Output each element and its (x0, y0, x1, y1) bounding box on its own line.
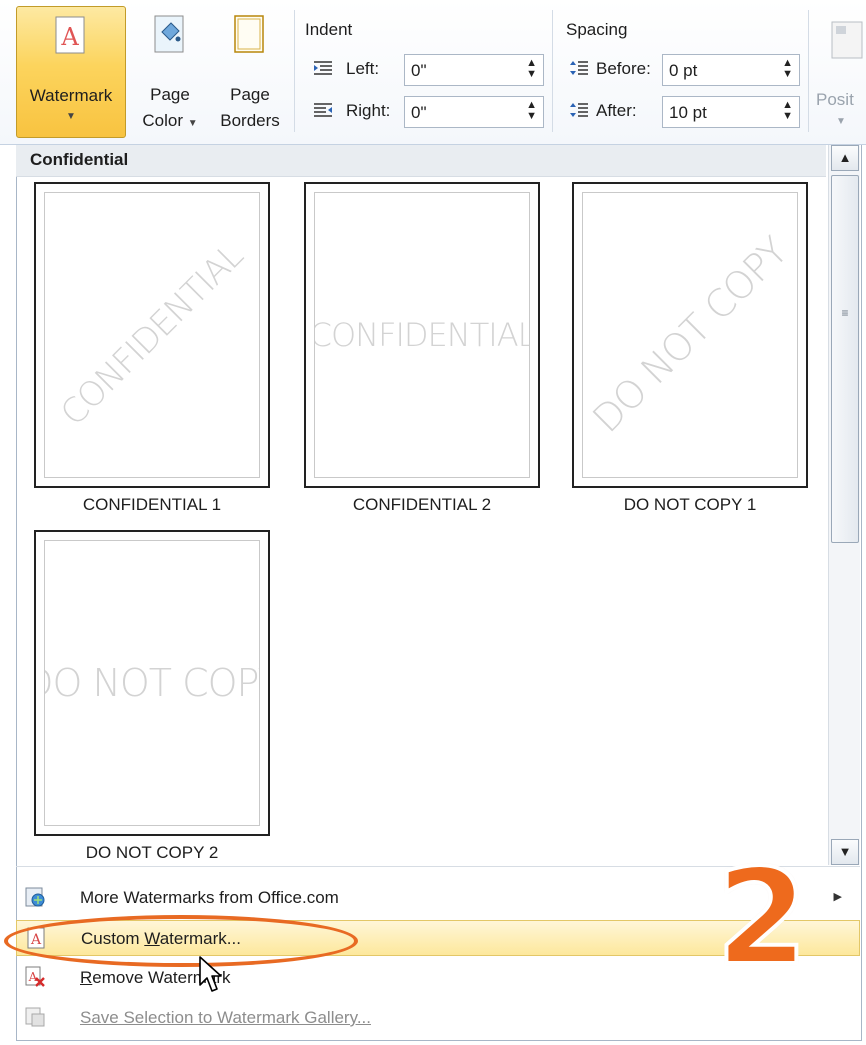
scroll-thumb[interactable]: ≡ (831, 175, 859, 543)
category-title: Confidential (30, 150, 129, 169)
save-selection-menu-item: Save Selection to Watermark Gallery... (16, 1000, 860, 1036)
watermark-button[interactable]: A Watermark ▼ (16, 6, 126, 138)
position-icon (831, 21, 863, 59)
spacing-before-spinner[interactable]: 0 pt ▲ ▼ (662, 54, 800, 86)
watermark-preview-text: CONFIDENTIAL (53, 236, 251, 434)
mouse-pointer-icon (199, 956, 222, 992)
chevron-down-icon: ▼ (66, 111, 76, 122)
page-borders-button[interactable]: Page Borders (212, 6, 288, 138)
spinner-arrows-icon[interactable]: ▲ ▼ (526, 100, 537, 122)
indent-right-icon (314, 103, 332, 117)
watermark-preview-text: DO NOT COPY (584, 229, 796, 441)
watermark-tile-confidential-1[interactable]: CONFIDENTIAL (34, 182, 270, 488)
page-borders-icon (234, 15, 264, 53)
watermark-caption: CONFIDENTIAL 2 (352, 495, 492, 514)
save-selection-label: Save Selection to Watermark Gallery... (80, 1008, 371, 1027)
remove-watermark-accesskey: R (80, 968, 93, 987)
gallery-category-header: Confidential (16, 145, 826, 177)
indent-right-spinner[interactable]: 0" ▲ ▼ (404, 96, 544, 128)
chevron-down-icon: ▼ (836, 116, 846, 127)
spinner-arrows-icon[interactable]: ▲ ▼ (526, 58, 537, 80)
watermark-caption: DO NOT COPY 2 (85, 843, 219, 862)
spacing-after-row: After: 10 pt ▲ ▼ (568, 94, 800, 130)
ribbon: A Watermark ▼ Page Color ▼ Page Borders … (0, 0, 866, 145)
chevron-down-icon: ▼ (187, 118, 198, 129)
highlight-ellipse (4, 915, 358, 967)
watermark-label: Watermark (29, 86, 113, 105)
scroll-down-arrow-icon[interactable]: ▼ (831, 839, 859, 865)
spacing-before-row: Before: 0 pt ▲ ▼ (568, 52, 800, 88)
indent-left-row: Left: 0" ▲ ▼ (312, 52, 544, 88)
spacing-after-value: 10 pt (669, 103, 707, 122)
ribbon-separator (808, 10, 809, 132)
indent-left-value: 0" (411, 61, 427, 80)
page-preview: DO NOT COPY (582, 192, 798, 478)
page-borders-label-2: Borders (220, 111, 280, 130)
page-preview: CONFIDENTIAL (44, 192, 260, 478)
spacing-title: Spacing (566, 20, 628, 39)
scroll-up-arrow-icon[interactable]: ▲ (831, 145, 859, 171)
spacing-before-icon (570, 61, 588, 75)
page-preview: CONFIDENTIAL (314, 192, 530, 478)
watermark-tile-confidential-2[interactable]: CONFIDENTIAL (304, 182, 540, 488)
indent-right-label: Right: (346, 101, 391, 120)
spinner-arrows-icon[interactable]: ▲ ▼ (782, 58, 793, 80)
office-online-icon (25, 887, 45, 907)
spacing-before-value: 0 pt (669, 61, 698, 80)
step-number-badge: 2 (714, 841, 810, 995)
gallery-scrollbar[interactable]: ▲ ≡ ▼ (828, 145, 860, 865)
watermark-preview-text: DO NOT COPY (45, 661, 259, 705)
svg-text:A: A (28, 970, 38, 984)
watermark-caption: DO NOT COPY 1 (623, 495, 757, 514)
watermark-preview-text: CONFIDENTIAL (314, 316, 530, 354)
more-watermarks-label: More Watermarks from Office.com (80, 888, 339, 907)
submenu-arrow-icon: ▶ (833, 891, 842, 903)
indent-left-icon (314, 61, 332, 75)
svg-text:A: A (60, 23, 79, 51)
page-preview: DO NOT COPY (44, 540, 260, 826)
page-color-label-1: Page (150, 85, 190, 104)
spacing-after-icon (570, 103, 588, 117)
watermark-tile-do-not-copy-2[interactable]: DO NOT COPY (34, 530, 270, 836)
save-to-gallery-icon (25, 1007, 45, 1027)
remove-watermark-icon: A (25, 966, 45, 987)
indent-title: Indent (305, 20, 353, 39)
watermark-caption: CONFIDENTIAL 1 (82, 495, 222, 514)
page-color-button[interactable]: Page Color ▼ (130, 6, 210, 138)
indent-right-row: Right: 0" ▲ ▼ (312, 94, 544, 130)
page-color-label-2: Color (142, 111, 183, 130)
spacing-after-spinner[interactable]: 10 pt ▲ ▼ (662, 96, 800, 128)
position-label: Posit (816, 90, 854, 109)
paint-bucket-icon (154, 15, 184, 53)
page-borders-label-1: Page (230, 85, 270, 104)
ribbon-separator (294, 10, 295, 132)
ribbon-separator (552, 10, 553, 132)
watermark-tile-do-not-copy-1[interactable]: DO NOT COPY (572, 182, 808, 488)
indent-right-value: 0" (411, 103, 427, 122)
spacing-after-label: After: (596, 101, 637, 120)
watermark-icon: A (55, 16, 85, 54)
grip-icon: ≡ (841, 306, 849, 320)
indent-left-label: Left: (346, 59, 380, 78)
spinner-arrows-icon[interactable]: ▲ ▼ (782, 100, 793, 122)
spacing-before-label: Before: (596, 59, 651, 78)
indent-left-spinner[interactable]: 0" ▲ ▼ (404, 54, 544, 86)
position-button[interactable]: Posit ▼ (810, 6, 866, 138)
